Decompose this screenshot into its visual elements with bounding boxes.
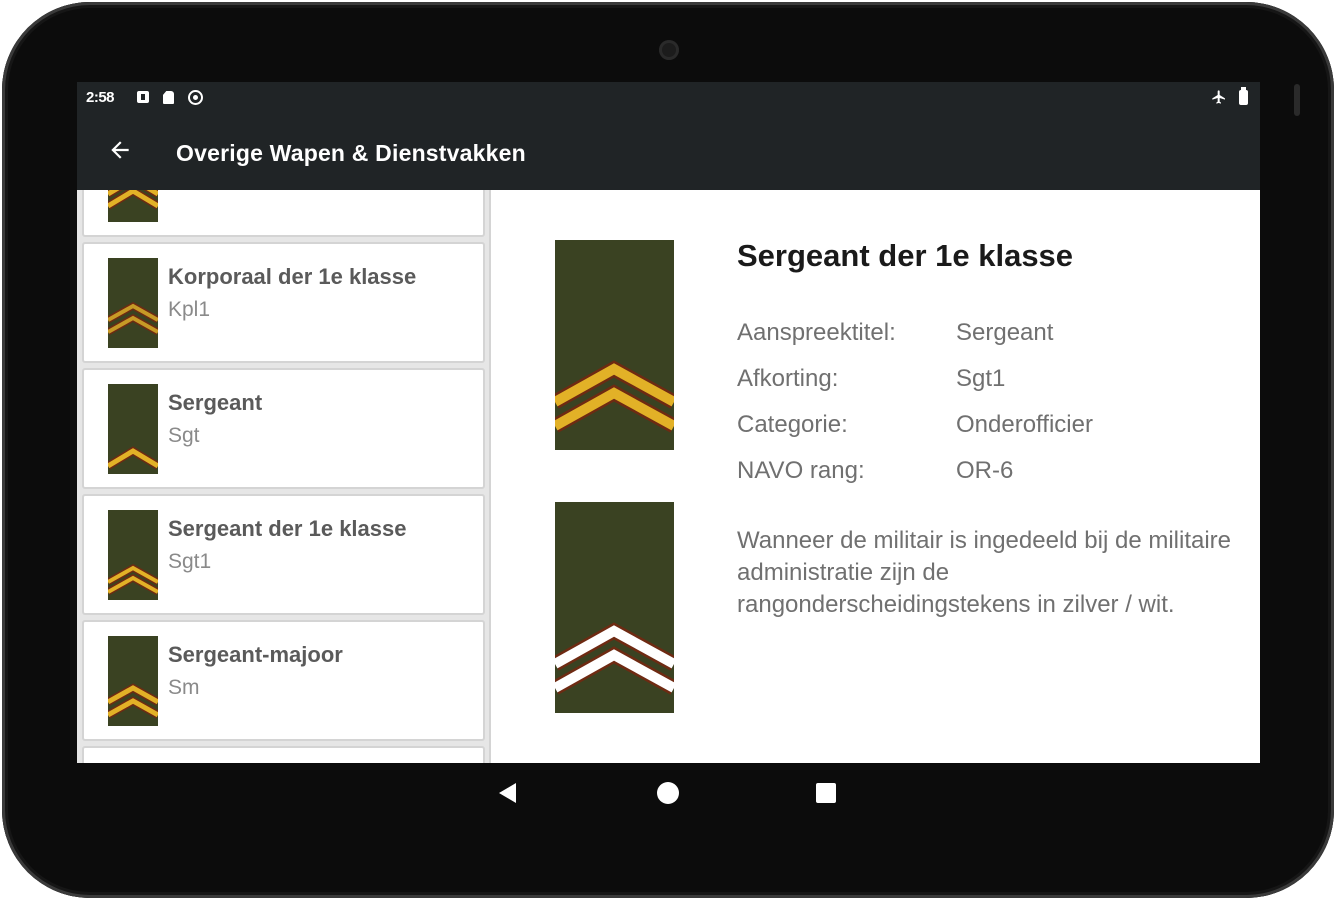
rank-insignia-thumb: [108, 384, 158, 474]
airplane-mode-icon: [1211, 89, 1227, 105]
list-item-title: Sergeant: [168, 390, 263, 415]
rank-note: Wanneer de militair is ingedeeld bij de …: [737, 527, 1232, 618]
info-label: Categorie:: [737, 411, 848, 438]
notification-icon: [137, 91, 149, 103]
info-label: Aanspreektitel:: [737, 319, 896, 346]
rank-title: Sergeant der 1e klasse: [737, 238, 1074, 273]
back-triangle-icon[interactable]: [495, 780, 521, 806]
list-item-sgt1[interactable]: Sergeant der 1e klasse Sgt1: [82, 494, 485, 615]
rank-insignia-silver: [555, 502, 674, 713]
home-circle-icon[interactable]: [657, 782, 679, 804]
app-bar: Overige Wapen & Dienstvakken: [77, 112, 1260, 190]
content-area: Korporaal der 1e klasse Kpl1 Sergeant Sg…: [77, 190, 1260, 763]
arrow-left-icon: [111, 141, 129, 159]
recents-square-icon[interactable]: [816, 783, 836, 803]
rank-detail: Sergeant der 1e klasse Aanspreektitel: S…: [491, 190, 1260, 763]
list-item-abbreviation: Kpl1: [168, 298, 211, 321]
rank-insignia-thumb: [108, 258, 158, 348]
list-item-title: Sergeant der 1e klasse: [168, 516, 407, 541]
front-camera: [659, 40, 679, 60]
list-item-partial[interactable]: [82, 746, 485, 763]
list-item-title: Sergeant-majoor: [168, 642, 343, 667]
rank-insignia-thumb: [108, 190, 158, 222]
rank-list: Korporaal der 1e klasse Kpl1 Sergeant Sg…: [77, 190, 489, 763]
list-item-sm[interactable]: Sergeant-majoor Sm: [82, 620, 485, 741]
battery-icon: [1239, 87, 1248, 105]
list-item-title: Korporaal der 1e klasse: [168, 264, 417, 289]
list-item-abbreviation: Sm: [168, 676, 200, 699]
info-value: Sgt1: [956, 365, 1006, 392]
list-item-partial[interactable]: [82, 190, 485, 237]
status-bar: 2:58: [77, 82, 1260, 112]
rank-insignia-gold: [555, 240, 674, 450]
sd-card-icon: [163, 91, 174, 104]
list-item-kpl1[interactable]: Korporaal der 1e klasse Kpl1: [82, 242, 485, 363]
list-item-abbreviation: Sgt1: [168, 550, 212, 573]
info-label: NAVO rang:: [737, 457, 865, 484]
system-nav-bar: [77, 763, 1260, 823]
rank-insignia-thumb: [108, 510, 158, 600]
sync-icon: [188, 90, 203, 105]
page-title: Overige Wapen & Dienstvakken: [176, 140, 526, 166]
power-button: [1294, 84, 1300, 116]
list-item-sgt[interactable]: Sergeant Sgt: [82, 368, 485, 489]
status-time: 2:58: [86, 89, 115, 106]
info-value: Sergeant: [956, 319, 1054, 346]
info-label: Afkorting:: [737, 365, 839, 392]
rank-insignia-thumb: [108, 636, 158, 726]
info-value: OR-6: [956, 457, 1014, 484]
list-item-abbreviation: Sgt: [168, 424, 200, 447]
info-value: Onderofficier: [956, 411, 1093, 438]
back-button[interactable]: [100, 130, 140, 170]
screen: 2:58 Overige Wapen & Dienstvakken Korpor…: [77, 82, 1260, 763]
